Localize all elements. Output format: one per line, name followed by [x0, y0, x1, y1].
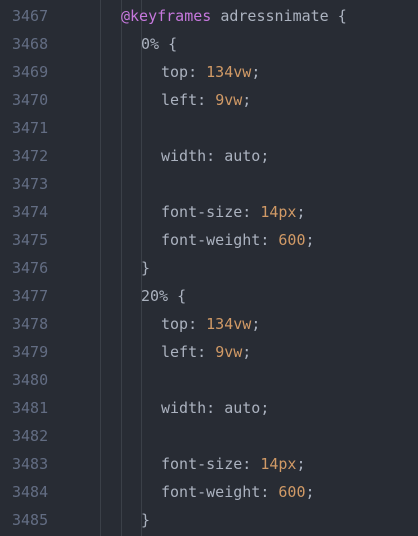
code-token: auto	[224, 399, 261, 417]
code-line[interactable]: 3476}	[0, 254, 418, 282]
line-number: 3485	[12, 511, 49, 529]
code-token: font-size:	[161, 203, 261, 221]
code-token: vw	[224, 91, 243, 109]
code-token: auto	[224, 147, 261, 165]
code-token: top:	[161, 63, 207, 81]
code-text: font-weight: 600;	[161, 478, 315, 506]
code-token: ;	[296, 455, 306, 473]
code-token: 600	[278, 483, 306, 501]
code-token: 134	[206, 315, 234, 333]
code-text: 20% {	[141, 282, 186, 310]
line-number: 3475	[12, 231, 49, 249]
code-token: 14	[260, 203, 279, 221]
line-number: 3482	[12, 427, 49, 445]
code-text: font-size: 14px;	[161, 450, 306, 478]
code-text: top: 134vw;	[161, 58, 260, 86]
code-line[interactable]: 3473	[0, 170, 418, 198]
code-token: 14	[260, 455, 279, 473]
code-token: font-size:	[161, 455, 261, 473]
code-line[interactable]: 3480	[0, 366, 418, 394]
code-line[interactable]: 3470 left: 9vw;	[0, 86, 418, 114]
code-text: left: 9vw;	[161, 86, 251, 114]
line-number: 3473	[12, 175, 49, 193]
line-number: 3470	[12, 91, 49, 109]
code-text: @keyframes adressnimate {	[121, 2, 347, 30]
line-number: 3477	[12, 287, 49, 305]
code-token: ;	[242, 343, 252, 361]
code-token: ;	[260, 147, 270, 165]
code-token: ;	[305, 231, 315, 249]
code-text: left: 9vw;	[161, 338, 251, 366]
code-line[interactable]: 3475 font-weight: 600;	[0, 226, 418, 254]
line-number: 3478	[12, 315, 49, 333]
code-token: font-weight:	[161, 231, 279, 249]
code-token: width:	[161, 399, 225, 417]
code-line[interactable]: 3484 font-weight: 600;	[0, 478, 418, 506]
code-editor[interactable]: 3467 @keyframes adressnimate {3468 0% {346…	[0, 0, 418, 536]
code-token: }	[141, 511, 151, 529]
code-token: ;	[242, 91, 252, 109]
line-number: 3468	[12, 35, 49, 53]
code-token: 9	[215, 91, 225, 109]
code-token: left:	[161, 91, 216, 109]
code-token: width:	[161, 147, 225, 165]
code-token: font-weight:	[161, 483, 279, 501]
code-token: 600	[278, 231, 306, 249]
line-number: 3474	[12, 203, 49, 221]
code-token: px	[278, 455, 297, 473]
line-number: 3481	[12, 399, 49, 417]
code-token: ;	[305, 483, 315, 501]
code-token: 134	[206, 63, 234, 81]
code-token: 20% {	[141, 287, 187, 305]
code-line[interactable]: 3479 left: 9vw;	[0, 338, 418, 366]
code-line[interactable]: 3481 width: auto;	[0, 394, 418, 422]
code-token: 9	[215, 343, 225, 361]
code-token: vw	[224, 343, 243, 361]
code-token: ;	[251, 63, 261, 81]
line-number: 3483	[12, 455, 49, 473]
code-text: }	[141, 506, 150, 534]
code-token: px	[278, 203, 297, 221]
code-text: }	[141, 254, 150, 282]
line-number: 3479	[12, 343, 49, 361]
line-number: 3471	[12, 119, 49, 137]
code-line[interactable]: 3482	[0, 422, 418, 450]
code-line[interactable]: 3474 font-size: 14px;	[0, 198, 418, 226]
code-token: vw	[233, 315, 252, 333]
code-line[interactable]: 3472 width: auto;	[0, 142, 418, 170]
code-token: adressnimate {	[211, 7, 347, 25]
code-token: ;	[260, 399, 270, 417]
code-token: vw	[233, 63, 252, 81]
code-token: ;	[296, 203, 306, 221]
code-token: 0% {	[141, 35, 178, 53]
code-text: width: auto;	[161, 142, 269, 170]
line-number: 3472	[12, 147, 49, 165]
code-line[interactable]: 3483 font-size: 14px;	[0, 450, 418, 478]
code-token: @keyframes	[121, 7, 212, 25]
code-token: left:	[161, 343, 216, 361]
line-number: 3469	[12, 63, 49, 81]
code-line[interactable]: 3477 20% {	[0, 282, 418, 310]
code-text: width: auto;	[161, 394, 269, 422]
line-number: 3480	[12, 371, 49, 389]
code-token: top:	[161, 315, 207, 333]
code-line[interactable]: 3469 top: 134vw;	[0, 58, 418, 86]
line-number: 3476	[12, 259, 49, 277]
code-text: font-weight: 600;	[161, 226, 315, 254]
code-text: font-size: 14px;	[161, 198, 306, 226]
code-line[interactable]: 3467 @keyframes adressnimate {	[0, 2, 418, 30]
line-number: 3467	[12, 7, 49, 25]
code-text: 0% {	[141, 30, 177, 58]
code-token: ;	[251, 315, 261, 333]
line-number: 3484	[12, 483, 49, 501]
code-line[interactable]: 3485}	[0, 506, 418, 534]
code-line[interactable]: 3478 top: 134vw;	[0, 310, 418, 338]
code-line[interactable]: 3471	[0, 114, 418, 142]
code-token: }	[141, 259, 151, 277]
code-text: top: 134vw;	[161, 310, 260, 338]
code-line[interactable]: 3468 0% {	[0, 30, 418, 58]
